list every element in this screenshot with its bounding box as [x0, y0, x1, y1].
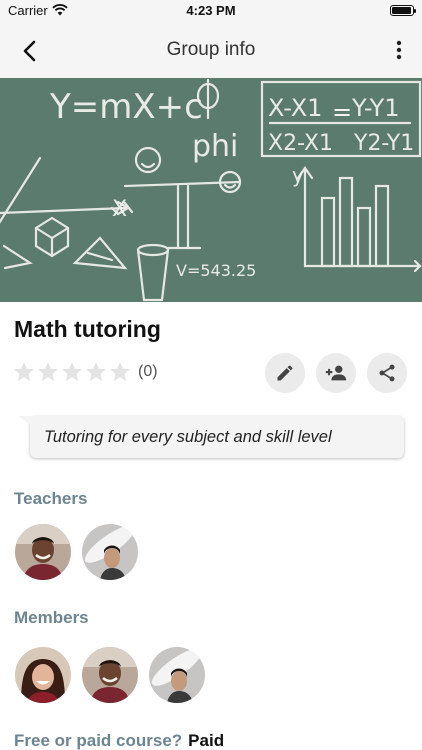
- svg-text:=: =: [332, 98, 352, 126]
- star-icon: [38, 362, 58, 381]
- avatar-photo: [82, 524, 138, 580]
- more-options-button[interactable]: [388, 36, 410, 64]
- chalk-formula-top-right: Y-Y1: [351, 94, 400, 122]
- share-button[interactable]: [367, 353, 407, 393]
- teacher-avatar[interactable]: [82, 524, 138, 580]
- chalk-formula-bottom-right: Y2-Y1: [353, 131, 414, 156]
- rating[interactable]: (0): [12, 360, 158, 384]
- avatar-photo: [15, 647, 71, 703]
- chalk-phi: phi: [192, 129, 238, 164]
- chalk-formula-top-left: X-X1: [268, 94, 322, 122]
- member-avatar[interactable]: [149, 647, 205, 703]
- member-avatar[interactable]: [82, 647, 138, 703]
- chalk-formula-line: Y=mX+c: [49, 87, 203, 127]
- star-icon: [62, 362, 82, 381]
- pencil-icon: [277, 365, 293, 381]
- members-header: Members: [14, 608, 89, 627]
- chalk-y-label: y: [292, 163, 304, 187]
- member-avatar[interactable]: [15, 647, 71, 703]
- avatar-photo: [149, 647, 205, 703]
- clock: 4:23 PM: [186, 3, 236, 18]
- more-vertical-icon: [396, 40, 402, 60]
- status-bar: Carrier 4:23 PM: [0, 0, 422, 22]
- group-title: Math tutoring: [14, 316, 161, 342]
- star-icon: [14, 362, 34, 381]
- battery-icon: [390, 5, 416, 16]
- page-title: Group info: [166, 39, 256, 60]
- share-icon: [379, 364, 395, 382]
- edit-button[interactable]: [265, 353, 305, 393]
- teachers-header: Teachers: [14, 489, 88, 508]
- rating-count: (0): [138, 363, 158, 380]
- group-cover-image: Y=mX+c phi V=543.25 X y X-X1 Y-Y1 X2-X1 …: [0, 78, 422, 302]
- chalk-speed: V=543.25: [176, 261, 256, 280]
- group-description: Tutoring for every subject and skill lev…: [30, 416, 404, 458]
- star-icon: [110, 362, 130, 381]
- avatar-photo: [82, 647, 138, 703]
- course-type-label: Free or paid course?: [14, 731, 183, 750]
- chalk-x-label: X: [112, 197, 127, 222]
- course-type-value: Paid: [188, 731, 225, 750]
- course-type-row: Free or paid course? Paid: [14, 731, 224, 750]
- nav-bar: Group info: [0, 22, 422, 78]
- avatar-photo: [15, 524, 71, 580]
- star-icon: [86, 362, 106, 381]
- description-text: Tutoring for every subject and skill lev…: [44, 427, 332, 446]
- teacher-avatar[interactable]: [15, 524, 71, 580]
- person-add-icon: [325, 365, 347, 381]
- add-member-button[interactable]: [316, 353, 356, 393]
- bubble-tail: [18, 416, 32, 426]
- chalk-formula-bottom-left: X2-X1: [268, 131, 333, 156]
